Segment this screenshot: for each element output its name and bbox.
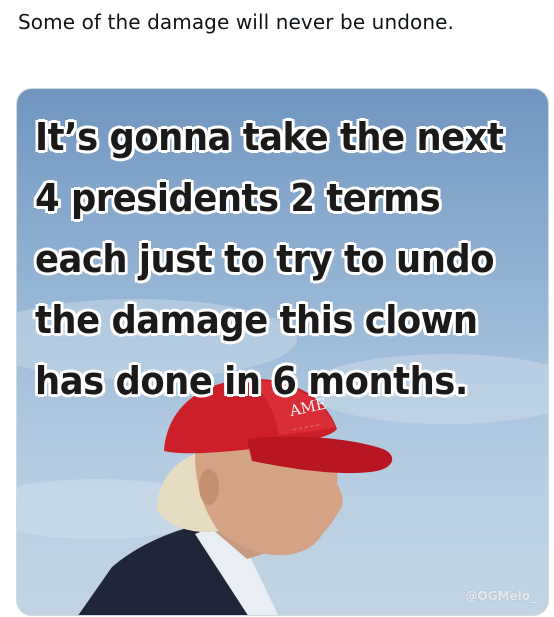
post-image[interactable]: AME ~ ~ ~ ~ ~ It’s gonna take the next 4… (16, 88, 549, 616)
post-text: Some of the damage will never be undone. (18, 10, 455, 34)
caption-line: has done in 6 months. (35, 359, 468, 403)
watermark: @OGMelo_ (465, 589, 537, 603)
meme-caption: It’s gonna take the next 4 presidents 2 … (35, 107, 509, 412)
caption-line: It’s gonna take the next (35, 115, 504, 159)
caption-line: the damage this clown (35, 298, 478, 342)
caption-line: 4 presidents 2 terms (35, 176, 441, 220)
caption-line: each just to try to undo (35, 237, 495, 281)
